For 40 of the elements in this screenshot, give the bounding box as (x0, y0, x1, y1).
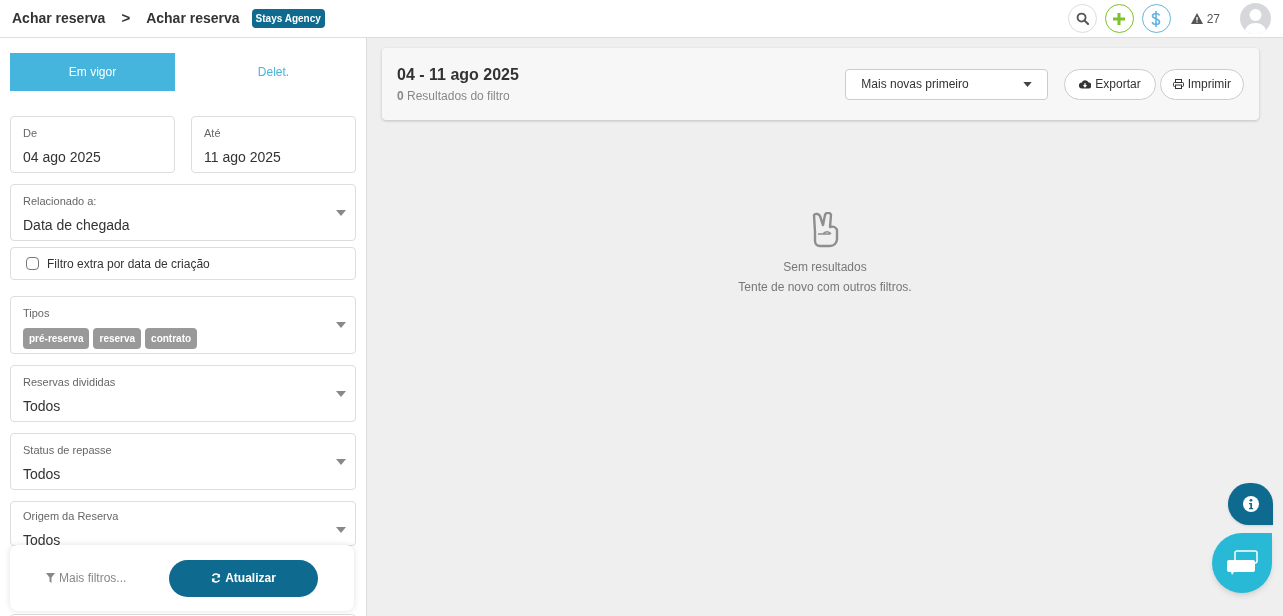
empty-state-hint: Tente de novo com outros filtros. (738, 279, 912, 296)
checkbox[interactable] (26, 257, 39, 270)
page-title: Achar reserva (146, 9, 240, 28)
caret-icon (336, 459, 346, 465)
avatar-icon[interactable] (1240, 3, 1271, 34)
warning-icon (1190, 13, 1203, 24)
chat-button[interactable] (1212, 533, 1272, 593)
caret-icon (336, 391, 346, 397)
date-field[interactable]: Até 11 ago 2025 (191, 116, 356, 173)
caret-icon (336, 210, 346, 216)
update-button[interactable]: Atualizar (169, 559, 318, 597)
search-icon (1075, 12, 1089, 25)
info-icon (1242, 496, 1259, 512)
print-button[interactable]: Imprimir (1159, 68, 1244, 100)
dollar-icon (1151, 10, 1162, 27)
chat-bubbles-icon (1226, 550, 1258, 576)
breadcrumb-link[interactable]: Achar reserva (12, 8, 106, 29)
cloud-download-icon (1079, 79, 1092, 89)
checkbox-label: Filtro extra por data de criação (47, 255, 210, 273)
refresh-icon (211, 573, 222, 583)
printer-icon (1172, 79, 1184, 89)
export-button[interactable]: Exportar (1064, 68, 1156, 100)
caret-icon (336, 527, 346, 533)
select-field[interactable]: Status de repasse Todos (10, 433, 356, 490)
plus-icon (1113, 12, 1126, 25)
date-field[interactable]: De 04 ago 2025 (10, 116, 175, 173)
select-field[interactable]: Relacionado a: Data de chegada (10, 184, 356, 241)
empty-state-title: Sem resultados (783, 259, 867, 276)
results-title: 04 - 11 ago 2025 (397, 65, 519, 85)
agency-badge: Stays Agency (251, 9, 325, 28)
info-button[interactable] (1228, 483, 1273, 525)
alerts-button[interactable]: 27 (1190, 9, 1220, 28)
breadcrumb-separator: > (121, 8, 131, 29)
filter-icon (46, 573, 55, 583)
select-field[interactable]: Reservas divididas Todos (10, 365, 356, 422)
more-filters-button[interactable]: Mais filtros... (46, 569, 127, 587)
results-count: 0 Resultados do filtro (397, 88, 511, 105)
caret-icon (1023, 81, 1033, 87)
sort-dropdown[interactable]: Mais novas primeiro (845, 68, 1049, 100)
caret-icon (336, 322, 346, 328)
